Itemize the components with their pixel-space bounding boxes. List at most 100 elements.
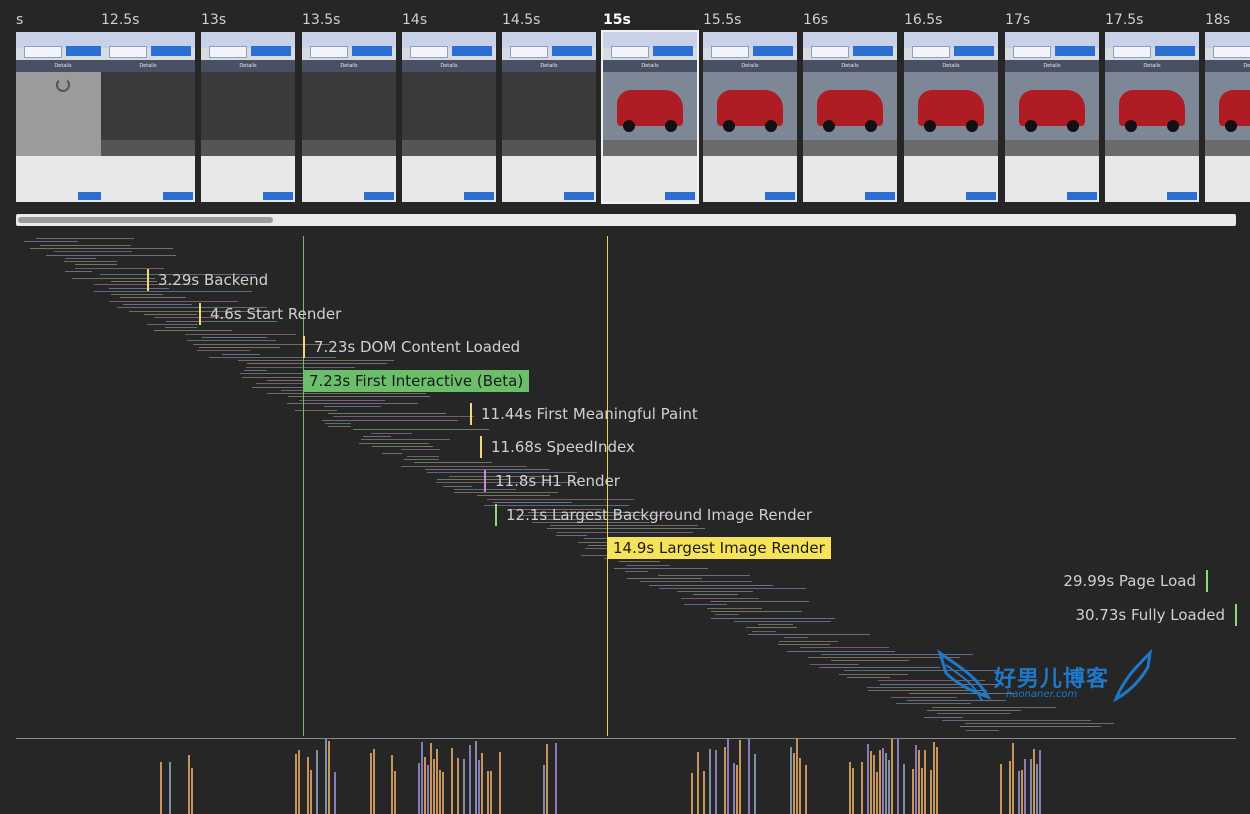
filmstrip-frame[interactable]: 15.5s Details: [703, 10, 803, 206]
cpu-bar: [891, 738, 893, 814]
cpu-bar: [430, 742, 432, 814]
filmstrip-frame[interactable]: 16s Details: [803, 10, 903, 206]
request-bar: [627, 577, 702, 579]
thumb-nav-label: Details: [16, 60, 110, 72]
frame-thumbnail: Details: [703, 32, 797, 202]
cpu-bar: [912, 769, 914, 814]
cpu-bar: [1030, 759, 1032, 814]
cpu-bar: [921, 768, 923, 814]
marker-label: 14.9s Largest Image Render: [607, 537, 831, 559]
frame-thumbnail: Details: [1005, 32, 1099, 202]
request-bar: [710, 617, 835, 619]
cpu-bar: [373, 748, 375, 814]
request-bar: [413, 462, 492, 464]
cpu-bar: [457, 758, 459, 814]
filmstrip-frame[interactable]: 14s Details: [402, 10, 502, 206]
request-bar: [809, 663, 860, 665]
cpu-bar: [433, 758, 435, 814]
marker-label: 11.44s First Meaningful Paint: [481, 405, 698, 423]
frame-thumbnail: Details: [502, 32, 596, 202]
marker-tick: [199, 303, 201, 325]
thumb-nav-label: Details: [1005, 60, 1099, 72]
marker-label: 7.23s First Interactive (Beta): [303, 370, 530, 392]
frame-time-label: 14.5s: [502, 12, 541, 28]
filmstrip-frame[interactable]: 13s Details: [201, 10, 301, 206]
thumb-cta: [1067, 192, 1097, 200]
filmstrip-frame[interactable]: 14.5s Details: [502, 10, 602, 206]
filmstrip-frame[interactable]: 13.5s Details: [302, 10, 402, 206]
cpu-bar: [724, 746, 726, 814]
cpu-bar: [1036, 764, 1038, 814]
frame-time-label: 15.5s: [703, 12, 742, 28]
cpu-bar: [796, 738, 798, 814]
filmstrip-frame[interactable]: 16.5s Details: [904, 10, 1004, 206]
request-bar: [287, 396, 430, 398]
request-bar: [201, 337, 268, 338]
request-bar: [299, 399, 385, 401]
marker-tick: [495, 504, 497, 526]
filmstrip-scrollbar[interactable]: [16, 214, 1236, 226]
frame-time-label: 15s: [603, 12, 631, 28]
filmstrip-frame[interactable]: 17.5s Details: [1105, 10, 1205, 206]
thumb-nav-label: Details: [502, 60, 596, 72]
cpu-bar: [370, 752, 372, 814]
request-bar: [657, 574, 750, 576]
timing-marker[interactable]: 30.73s Fully Loaded: [1035, 604, 1237, 626]
cpu-bar: [1000, 764, 1002, 814]
thumb-cta: [1167, 192, 1197, 200]
cpu-bar: [882, 748, 884, 814]
cpu-bar: [1018, 771, 1020, 814]
thumb-nav-label: Details: [904, 60, 998, 72]
thumb-cta: [163, 192, 193, 200]
marker-label: 12.1s Largest Background Image Render: [506, 506, 813, 524]
cpu-bar: [739, 739, 741, 814]
marker-tick: [484, 470, 486, 492]
thumb-nav-label: Details: [603, 60, 697, 72]
scrollbar-thumb[interactable]: [18, 217, 273, 223]
filmstrip-frame[interactable]: 18s Details: [1205, 10, 1250, 206]
request-bar: [745, 627, 797, 629]
frame-thumbnail: Details: [1205, 32, 1250, 202]
request-bar: [164, 327, 198, 329]
cpu-bar: [442, 771, 444, 814]
request-bar: [245, 366, 356, 368]
cpu-bar: [418, 762, 420, 814]
request-bar: [323, 406, 381, 408]
request-bar: [964, 723, 1114, 725]
cpu-bar: [463, 758, 465, 814]
request-bar: [363, 436, 391, 437]
cpu-bar: [469, 745, 471, 814]
cpu-bar: [879, 750, 881, 814]
request-bar: [54, 251, 132, 253]
spinner-icon: [56, 78, 70, 92]
request-bar: [748, 634, 871, 635]
frame-thumbnail: Details: [302, 32, 396, 202]
cpu-bar: [334, 771, 336, 814]
cpu-bar: [421, 741, 423, 814]
timing-marker[interactable]: 29.99s Page Load: [1006, 570, 1208, 592]
request-bar: [192, 343, 330, 345]
thumb-cta: [564, 192, 594, 200]
frame-thumbnail: Details: [803, 32, 897, 202]
frame-thumbnail: Details: [904, 32, 998, 202]
request-bar: [453, 492, 558, 494]
request-bar: [243, 370, 268, 371]
frame-thumbnail: Details: [16, 32, 110, 202]
request-bar: [493, 502, 573, 503]
cpu-bar: [748, 738, 750, 814]
watermark-subtext: haonaner.com: [1006, 689, 1078, 700]
filmstrip-frame[interactable]: 17s Details: [1005, 10, 1105, 206]
thumb-nav-label: Details: [201, 60, 295, 72]
request-bar: [63, 261, 117, 263]
request-bar: [640, 581, 753, 583]
watermark-logo: 好男儿博客 haonaner.com: [936, 645, 1156, 717]
request-bar: [40, 244, 132, 246]
filmstrip-frame[interactable]: 12.5s Details: [101, 10, 201, 206]
cpu-bar: [481, 753, 483, 814]
request-bar: [800, 647, 890, 649]
request-bar: [143, 313, 197, 315]
request-bar: [332, 416, 475, 418]
request-bar: [29, 247, 173, 249]
filmstrip-frame[interactable]: 15s Details: [601, 10, 703, 206]
request-bar: [186, 340, 277, 342]
